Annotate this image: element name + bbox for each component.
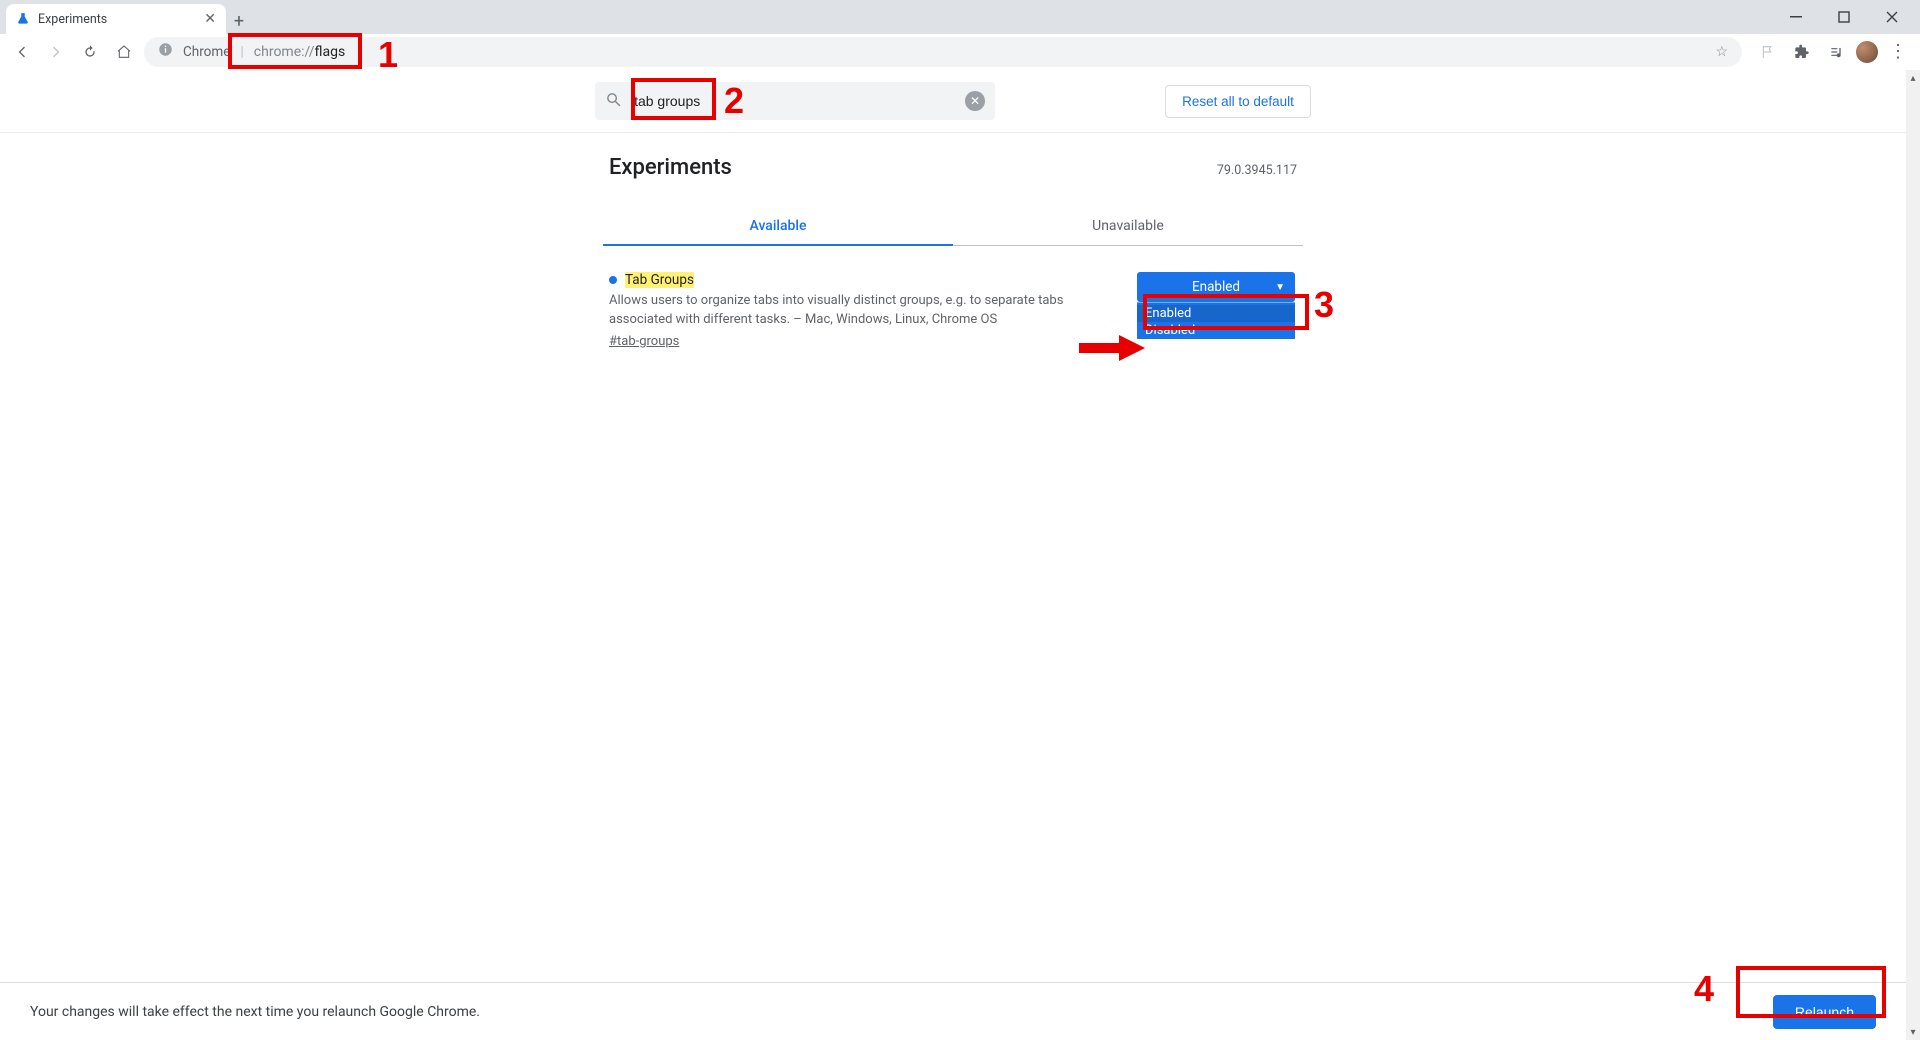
flag-anchor-link[interactable]: #tab-groups [609,334,679,349]
relaunch-message: Your changes will take effect the next t… [30,1004,480,1020]
minimize-button[interactable] [1774,3,1818,31]
site-info-icon[interactable] [158,42,173,61]
window: Experiments ✕ + Chrome | chrome://flags … [0,0,1920,1040]
modified-dot-icon [609,276,617,284]
version-label: 79.0.3945.117 [1217,163,1297,178]
search-input[interactable] [632,92,955,110]
page-viewport: ✕ Reset all to default Experiments 79.0.… [0,70,1906,1040]
chevron-down-icon: ▼ [1275,282,1285,293]
tab-unavailable[interactable]: Unavailable [953,208,1303,246]
dropdown-option-disabled[interactable]: Disabled [1137,322,1295,339]
dropdown-selected-label: Enabled [1192,279,1240,295]
extensions-icon[interactable] [1788,38,1816,66]
back-button[interactable] [8,38,36,66]
dropdown-option-enabled[interactable]: Enabled [1137,305,1295,322]
media-icon[interactable] [1822,38,1850,66]
window-controls [1774,0,1920,34]
flag-description: Allows users to organize tabs into visua… [609,292,1117,330]
chrome-menu-button[interactable]: ⋮ [1884,38,1912,66]
reload-button[interactable] [76,38,104,66]
browser-tab[interactable]: Experiments ✕ [6,4,226,34]
flag-icon[interactable] [1754,38,1782,66]
omnibox-url: chrome://flags [254,44,345,60]
profile-avatar[interactable] [1856,41,1878,63]
search-icon [605,91,622,112]
flags-tabs: Available Unavailable [603,208,1303,246]
maximize-button[interactable] [1822,3,1866,31]
browser-toolbar: Chrome | chrome://flags ☆ ⋮ [0,34,1920,70]
window-close-button[interactable] [1870,3,1914,31]
new-tab-button[interactable]: + [226,8,252,34]
flag-title: Tab Groups [625,272,694,288]
tab-available[interactable]: Available [603,208,953,246]
relaunch-bar: Your changes will take effect the next t… [0,982,1906,1040]
flag-state-dropdown[interactable]: Enabled ▼ Enabled Disabled [1137,272,1295,302]
page-title: Experiments [609,155,732,180]
clear-search-icon[interactable]: ✕ [965,91,985,111]
close-icon[interactable]: ✕ [204,12,216,26]
vertical-scrollbar[interactable]: ▴ ▾ [1906,70,1920,1040]
tab-title: Experiments [38,12,196,27]
scroll-down-icon[interactable]: ▾ [1906,1024,1920,1040]
scroll-up-icon[interactable]: ▴ [1906,70,1920,86]
dropdown-list: Enabled Disabled [1137,302,1295,339]
flask-icon [16,12,30,26]
reset-all-button[interactable]: Reset all to default [1165,85,1311,118]
flags-search-box[interactable]: ✕ [595,82,995,120]
flag-row: Tab Groups Allows users to organize tabs… [603,246,1303,349]
bookmark-star-icon[interactable]: ☆ [1715,44,1728,60]
address-bar[interactable]: Chrome | chrome://flags ☆ [144,37,1742,67]
home-button[interactable] [110,38,138,66]
relaunch-button[interactable]: Relaunch [1773,995,1876,1029]
forward-button[interactable] [42,38,70,66]
titlebar: Experiments ✕ + [0,0,1920,34]
omnibox-label: Chrome [183,44,230,60]
search-row: ✕ Reset all to default [0,70,1906,133]
